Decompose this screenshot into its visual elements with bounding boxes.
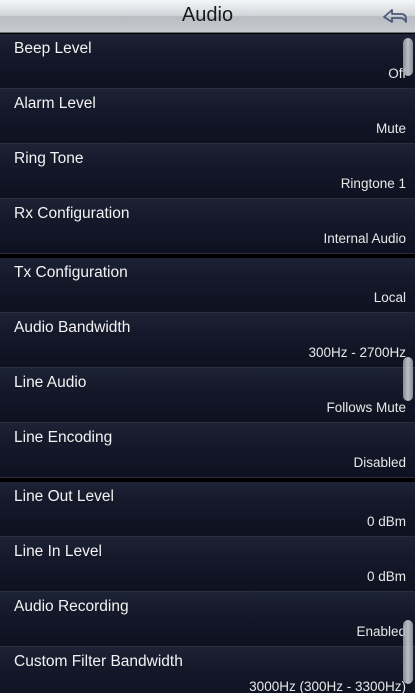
item-value: Follows Mute bbox=[326, 400, 406, 415]
item-value: 300Hz - 2700Hz bbox=[308, 345, 406, 360]
back-button[interactable] bbox=[381, 5, 409, 29]
list-item-line-out-level[interactable]: Line Out Level 0 dBm bbox=[0, 482, 415, 537]
list-item-line-audio[interactable]: Line Audio Follows Mute bbox=[0, 368, 415, 423]
list-item-line-encoding[interactable]: Line Encoding Disabled bbox=[0, 423, 415, 478]
list-item-custom-filter-bandwidth[interactable]: Custom Filter Bandwidth 3000Hz (300Hz - … bbox=[0, 647, 415, 693]
list-item-line-in-level[interactable]: Line In Level 0 dBm bbox=[0, 537, 415, 592]
item-label: Beep Level bbox=[14, 40, 92, 57]
item-value: Mute bbox=[375, 121, 406, 136]
item-label: Ring Tone bbox=[14, 150, 84, 167]
item-value: Internal Audio bbox=[323, 231, 406, 246]
settings-group-1: Beep Level Off Alarm Level Mute Ring Ton… bbox=[0, 34, 415, 254]
item-value: 0 dBm bbox=[366, 514, 406, 529]
list-item-beep-level[interactable]: Beep Level Off bbox=[0, 34, 415, 89]
page-title: Audio bbox=[181, 4, 234, 26]
list-item-tx-configuration[interactable]: Tx Configuration Local bbox=[0, 258, 415, 313]
item-label: Rx Configuration bbox=[14, 205, 130, 222]
item-label: Line Audio bbox=[14, 374, 87, 391]
list-item-ring-tone[interactable]: Ring Tone Ringtone 1 bbox=[0, 144, 415, 199]
list-item-audio-bandwidth[interactable]: Audio Bandwidth 300Hz - 2700Hz bbox=[0, 313, 415, 368]
item-label: Alarm Level bbox=[14, 95, 96, 112]
list-item-alarm-level[interactable]: Alarm Level Mute bbox=[0, 89, 415, 144]
list-item-audio-recording[interactable]: Audio Recording Enabled bbox=[0, 592, 415, 647]
item-value: Local bbox=[373, 290, 406, 305]
item-value: Ringtone 1 bbox=[340, 176, 406, 191]
item-label: Custom Filter Bandwidth bbox=[14, 653, 183, 670]
item-label: Line Out Level bbox=[14, 488, 114, 505]
item-label: Line Encoding bbox=[14, 429, 113, 446]
item-label: Tx Configuration bbox=[14, 264, 128, 281]
scrollbar-group-1[interactable] bbox=[403, 38, 413, 76]
settings-group-3: Line Out Level 0 dBm Line In Level 0 dBm… bbox=[0, 482, 415, 693]
back-arrow-icon bbox=[383, 9, 407, 23]
title-bar: Audio bbox=[0, 0, 415, 33]
settings-list: Beep Level Off Alarm Level Mute Ring Ton… bbox=[0, 34, 415, 693]
item-label: Audio Bandwidth bbox=[14, 319, 131, 336]
item-label: Audio Recording bbox=[14, 598, 129, 615]
scrollbar-group-3[interactable] bbox=[403, 620, 413, 684]
scrollbar-group-2[interactable] bbox=[403, 357, 413, 401]
item-value: Enabled bbox=[356, 624, 406, 639]
item-value: 3000Hz (300Hz - 3300Hz) bbox=[249, 679, 406, 693]
item-value: Disabled bbox=[353, 455, 406, 470]
list-item-rx-configuration[interactable]: Rx Configuration Internal Audio bbox=[0, 199, 415, 254]
item-value: 0 dBm bbox=[366, 569, 406, 584]
item-label: Line In Level bbox=[14, 543, 102, 560]
settings-group-2: Tx Configuration Local Audio Bandwidth 3… bbox=[0, 258, 415, 478]
